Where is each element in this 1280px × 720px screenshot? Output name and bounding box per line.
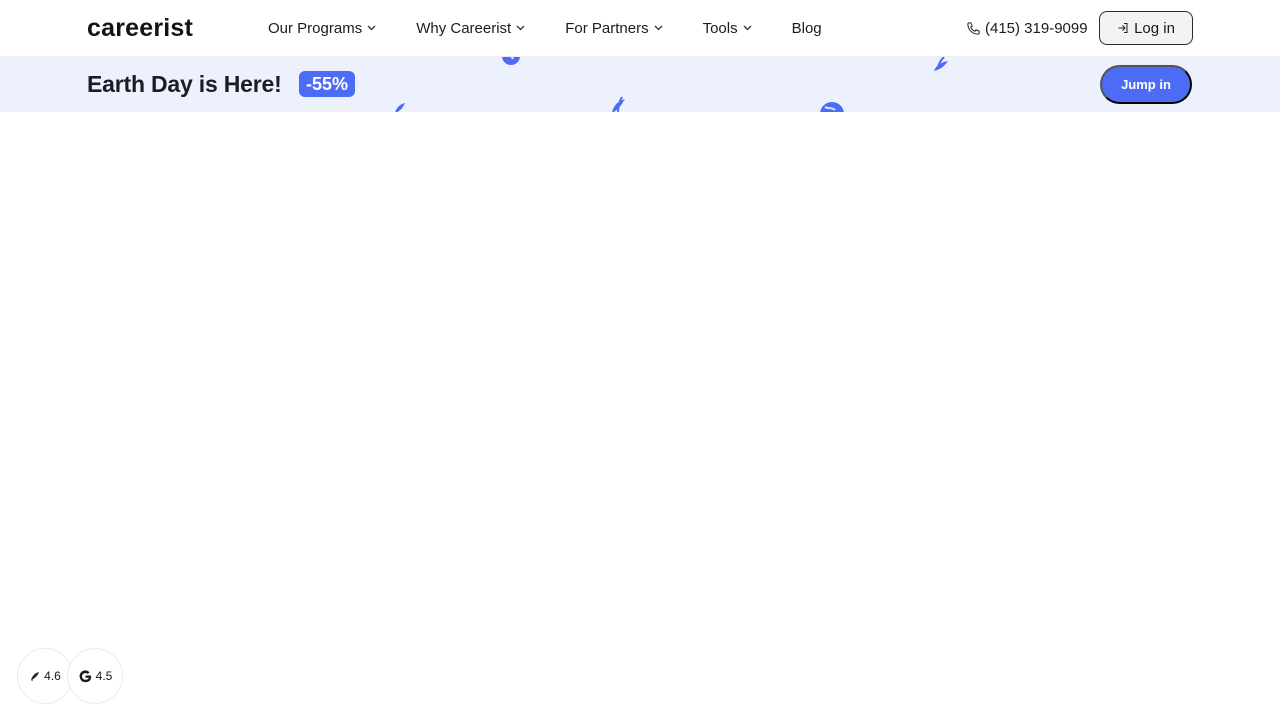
- nav-label: Our Programs: [268, 19, 363, 37]
- leaf-icon: [395, 103, 405, 112]
- chevron-down-icon: [743, 25, 752, 31]
- jump-in-button[interactable]: Jump in: [1100, 65, 1192, 104]
- login-icon: [1118, 23, 1128, 33]
- chevron-down-icon: [367, 25, 376, 31]
- leaf-icon: [934, 57, 948, 71]
- phone-icon: [967, 21, 980, 35]
- trustpilot-icon: [31, 672, 40, 682]
- nav-blog[interactable]: Blog: [792, 0, 822, 56]
- nav-label: Tools: [702, 19, 738, 37]
- rating-score: 4.6: [44, 669, 61, 683]
- nav-for-partners[interactable]: For Partners: [565, 0, 663, 56]
- rating-score: 4.5: [95, 669, 113, 683]
- chevron-down-icon: [654, 25, 663, 31]
- google-rating[interactable]: 4.5: [67, 648, 123, 704]
- careerist-logo[interactable]: careerist: [87, 14, 193, 42]
- chevron-down-icon: [516, 25, 525, 31]
- promo-banner: Earth Day is Here! -55% Jump in: [0, 57, 1280, 112]
- nav-tools[interactable]: Tools: [703, 0, 752, 56]
- discount-badge: -55%: [299, 71, 356, 97]
- site-header: careerist Our Programs Why Careerist For…: [0, 0, 1280, 57]
- nav-our-programs[interactable]: Our Programs: [268, 0, 376, 56]
- earth-icon: [820, 102, 844, 112]
- promo-title: Earth Day is Here!: [87, 71, 282, 97]
- earth-icon: [502, 57, 520, 65]
- nav-label: Why Careerist: [416, 19, 512, 37]
- login-label: Log in: [1134, 19, 1175, 37]
- phone-link[interactable]: (415) 319-9099: [966, 0, 1088, 56]
- google-icon: [79, 669, 91, 682]
- leaf-icon: [612, 96, 625, 112]
- nav-why-careerist[interactable]: Why Careerist: [416, 0, 525, 56]
- nav-label: Blog: [791, 19, 822, 37]
- phone-number: (415) 319-9099: [985, 19, 1088, 37]
- login-button[interactable]: Log in: [1099, 11, 1193, 45]
- main-nav: Our Programs Why Careerist For Partners …: [268, 0, 822, 56]
- nav-label: For Partners: [565, 19, 649, 37]
- trustpilot-rating[interactable]: 4.6: [17, 648, 73, 704]
